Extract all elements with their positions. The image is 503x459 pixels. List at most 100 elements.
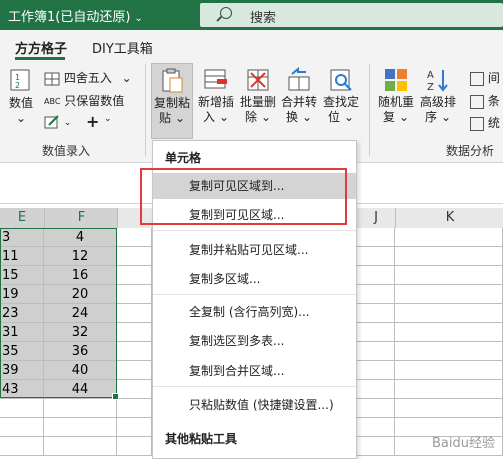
cell-g[interactable] [117, 342, 152, 361]
round-button[interactable]: 四舍五入 ⌄ [44, 69, 132, 86]
random-label-2: 复 ⌄ [376, 110, 416, 125]
group-label-data-entry: 数值录入 [42, 144, 91, 158]
cell-g[interactable] [117, 380, 152, 399]
keep-value-button[interactable]: ABC 只保留数值 [44, 92, 124, 109]
sort-az-icon: AZ [425, 67, 451, 93]
cell-empty[interactable] [44, 437, 117, 456]
cell-g[interactable] [117, 304, 152, 323]
insert-label-2: 入 ⌄ [196, 110, 236, 125]
value-label: 数值 [8, 96, 33, 110]
cell-k[interactable] [395, 361, 503, 380]
insert-label-2-text: 入 [202, 110, 215, 124]
cell-j[interactable] [355, 247, 395, 266]
group-separator [145, 64, 146, 156]
cell-j[interactable] [355, 361, 395, 380]
merge-arrows-icon [286, 66, 312, 93]
cell-j[interactable] [355, 323, 395, 342]
cell-k[interactable] [395, 342, 503, 361]
cell-empty[interactable] [117, 437, 152, 456]
find-dropdown-icon: ⌄ [343, 110, 355, 124]
copy-paste-button[interactable]: 复制粘 贴 ⌄ [151, 63, 193, 139]
cell-k[interactable] [395, 304, 503, 323]
cell-j[interactable] [355, 342, 395, 361]
plus-dropdown-icon[interactable]: ⌄ [104, 114, 112, 124]
cell-j[interactable] [355, 266, 395, 285]
cell-empty[interactable] [355, 418, 395, 437]
right-item-3[interactable]: 统 [470, 114, 500, 131]
round-icon [44, 72, 60, 85]
group-separator-2 [369, 64, 370, 156]
cell-k[interactable] [395, 266, 503, 285]
menu-item-full-copy[interactable]: 全复制 (含行高列宽)... [153, 299, 356, 325]
cell-k[interactable] [395, 247, 503, 266]
cell-g[interactable] [117, 247, 152, 266]
cell-k[interactable] [395, 228, 503, 247]
cell-k[interactable] [395, 323, 503, 342]
batch-delete-label-2-text: 除 [244, 110, 257, 124]
random-repeat-button[interactable]: 随机重 复 ⌄ [376, 67, 416, 125]
workbook-title[interactable]: 工作簿1(已自动还原) ⌄ [8, 6, 143, 25]
tab-fangfanggezi[interactable]: 方方格子 [15, 38, 67, 57]
edit-dropdown-button[interactable]: ⌄ [44, 114, 71, 129]
insert-label-1: 新增插 [197, 95, 234, 109]
menu-separator [153, 294, 356, 295]
right-item-2[interactable]: 条 [470, 92, 500, 109]
cell-j[interactable] [355, 285, 395, 304]
cell-g[interactable] [117, 228, 152, 247]
title-dropdown-icon[interactable]: ⌄ [134, 13, 142, 24]
edit-dropdown-icon: ⌄ [63, 118, 72, 128]
watermark: Baidu经验 [432, 436, 495, 451]
column-header-k[interactable]: K [395, 208, 503, 229]
copy-paste-dropdown-icon: ⌄ [174, 111, 186, 125]
batch-delete-label-1: 批量删 [239, 95, 276, 109]
cell-empty[interactable] [395, 399, 503, 418]
cell-j[interactable] [355, 228, 395, 247]
column-header-f[interactable]: F [44, 208, 118, 229]
sort-label-2: 序 ⌄ [418, 110, 458, 125]
cell-empty[interactable] [0, 437, 44, 456]
cell-k[interactable] [395, 380, 503, 399]
sort-dropdown-icon: ⌄ [440, 110, 452, 124]
cell-g[interactable] [117, 285, 152, 304]
random-label-2-text: 复 [382, 110, 395, 124]
cell-empty[interactable] [0, 418, 44, 437]
batch-delete-label-2: 除 ⌄ [238, 110, 278, 125]
stripe-icon [470, 94, 484, 109]
search-box[interactable]: 搜索 [200, 3, 503, 27]
cell-empty[interactable] [355, 399, 395, 418]
menu-item-copy-to-sheets[interactable]: 复制选区到多表... [153, 328, 356, 354]
cell-j[interactable] [355, 380, 395, 399]
keep-value-label: 只保留数值 [64, 94, 125, 108]
value-button[interactable]: 12 数值 ⌄ [5, 68, 37, 126]
find-locate-button[interactable]: 查找定 位 ⌄ [321, 67, 361, 125]
right-item-1[interactable]: 间 [470, 69, 500, 86]
plus-button[interactable]: + [86, 112, 99, 131]
selection-outline [0, 228, 119, 400]
delete-grid-icon [245, 67, 271, 93]
column-header-j[interactable]: J [355, 208, 396, 229]
svg-text:Z: Z [427, 82, 434, 93]
cell-g[interactable] [117, 266, 152, 285]
menu-item-copy-to-merged[interactable]: 复制到合并区域... [153, 358, 356, 384]
cell-j[interactable] [355, 304, 395, 323]
column-header-e[interactable]: E [0, 208, 44, 229]
cell-empty[interactable] [44, 399, 117, 418]
annotation-highlight-box [140, 168, 347, 225]
batch-delete-button[interactable]: 批量删 除 ⌄ [238, 67, 278, 125]
cell-empty[interactable] [355, 437, 395, 456]
merge-label-2-text: 换 [285, 110, 298, 124]
cell-k[interactable] [395, 285, 503, 304]
tab-diy-toolbox[interactable]: DIY工具箱 [92, 38, 153, 57]
cell-empty[interactable] [44, 418, 117, 437]
merge-convert-button[interactable]: 合并转 换 ⌄ [279, 66, 319, 125]
menu-item-copy-multi-range[interactable]: 复制多区域... [153, 266, 356, 292]
cell-g[interactable] [117, 361, 152, 380]
cell-empty[interactable] [0, 399, 44, 418]
cell-g[interactable] [117, 323, 152, 342]
cell-empty[interactable] [117, 399, 152, 418]
menu-item-copy-paste-visible[interactable]: 复制并粘贴可见区域... [153, 237, 356, 263]
menu-item-paste-values-only[interactable]: 只粘贴数值 (快捷键设置...) [153, 392, 356, 418]
insert-button[interactable]: 新增插 入 ⌄ [196, 67, 236, 125]
advanced-sort-button[interactable]: AZ 高级排 序 ⌄ [418, 67, 458, 125]
cell-empty[interactable] [117, 418, 152, 437]
